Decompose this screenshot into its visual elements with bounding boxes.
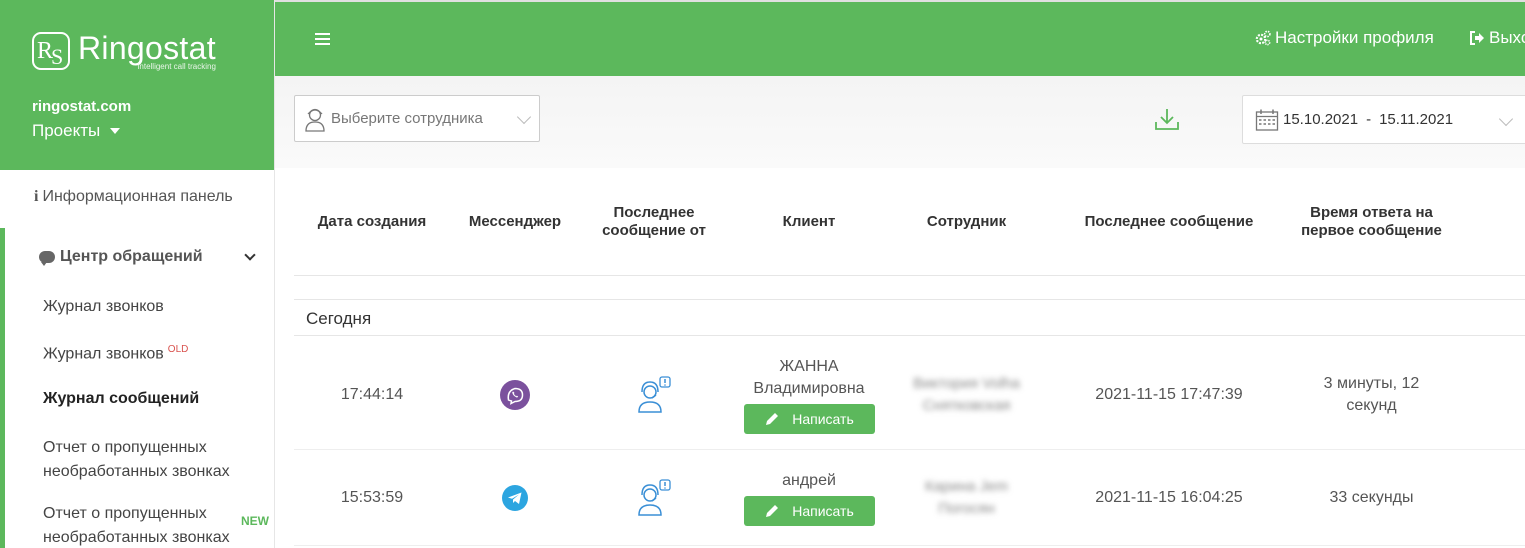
client-name: андрей <box>782 472 836 489</box>
chevron-down-icon <box>516 109 532 125</box>
cell-client: андрей Написать <box>729 451 889 545</box>
nav-section-title: Центр обращений <box>60 248 203 265</box>
table-header: Дата создания Мессенджер Последнее сообщ… <box>294 168 1525 276</box>
sidebar-item-info-panel[interactable]: i Информационная панель <box>34 188 233 206</box>
calendar-icon <box>1255 109 1279 131</box>
sidebar: R S Ringostat intelligent call tracking … <box>0 0 275 548</box>
logo-word: Ringostat <box>78 30 216 66</box>
date-range-picker[interactable]: 15.10.2021 - 15.11.2021 <box>1242 95 1525 144</box>
nav-section-contact-center: Центр обращений Журнал звонков Журнал зв… <box>0 228 275 548</box>
sidebar-header: R S Ringostat intelligent call tracking … <box>0 0 274 170</box>
date-separator: - <box>1366 111 1372 128</box>
caret-down-icon <box>110 128 121 134</box>
sidebar-item-missed-calls-report-new[interactable]: Отчет о пропущенных необработанных звонк… <box>43 502 243 548</box>
write-button[interactable]: Написать <box>743 403 875 434</box>
sign-out-icon <box>1470 31 1484 45</box>
column-header-last-from[interactable]: Последнее сообщение от <box>587 168 721 276</box>
pencil-icon <box>766 412 779 425</box>
chevron-down-icon <box>1498 111 1514 127</box>
sidebar-item-call-log-old[interactable]: Журнал звонков OLD <box>43 338 188 366</box>
messages-table: Дата создания Мессенджер Последнее сообщ… <box>294 168 1525 548</box>
cell-last-from <box>587 451 721 545</box>
cell-employee: Карина Jem Погосян <box>894 451 1039 545</box>
cell-client: ЖАННА Владимировна Написать <box>729 340 889 449</box>
chevron-down-icon <box>244 249 256 261</box>
divider <box>294 299 1525 300</box>
column-header-client[interactable]: Клиент <box>729 168 889 276</box>
sidebar-item-missed-calls-report[interactable]: Отчет о пропущенных необработанных звонк… <box>43 436 243 484</box>
operator-icon <box>638 479 671 516</box>
ringostat-logo[interactable]: R S Ringostat intelligent call tracking <box>32 30 274 78</box>
cell-messenger <box>450 340 580 449</box>
cell-messenger <box>450 451 580 545</box>
projects-label: Проекты <box>32 121 101 140</box>
gears-icon <box>1255 30 1271 46</box>
cell-employee: Виктория Volha Снятковская <box>894 340 1039 449</box>
employee-select-placeholder: Выберите сотрудника <box>331 110 483 127</box>
sidebar-item-label: Журнал звонков <box>43 298 164 315</box>
cell-response-time: 33 секунды <box>1329 489 1414 506</box>
filter-bar: Выберите сотрудника 15.10.2021 - 15.11.2… <box>275 76 1525 168</box>
sidebar-item-call-log[interactable]: Журнал звонков <box>43 295 164 319</box>
sidebar-item-label: Журнал звонков <box>43 345 164 363</box>
pencil-icon <box>766 505 779 517</box>
employee-name: Карина Jem Погосян <box>925 478 1008 517</box>
sidebar-item-label: Отчет о пропущенных необработанных звонк… <box>43 439 230 480</box>
table-row[interactable]: 15:53:59 андрей Написать Карина Jem Пого… <box>294 451 1525 546</box>
group-label-today: Сегодня <box>306 309 372 328</box>
logo-text-block: Ringostat intelligent call tracking <box>78 30 216 71</box>
info-icon: i <box>34 188 39 205</box>
telegram-icon <box>502 485 528 511</box>
logout-label: Выход <box>1489 28 1525 47</box>
cell-created-time: 17:44:14 <box>340 385 404 403</box>
old-badge: OLD <box>167 344 189 355</box>
sidebar-item-label: Журнал сообщений <box>43 390 200 407</box>
sidebar-item-label: Отчет о пропущенных необработанных звонк… <box>43 505 230 546</box>
chat-bubble-icon <box>39 251 55 266</box>
profile-settings-link[interactable]: Настройки профиля <box>1255 28 1434 48</box>
divider <box>294 335 1525 336</box>
logo-mark-s: S <box>51 44 64 69</box>
date-from: 15.10.2021 <box>1283 111 1359 128</box>
cell-response-time: 3 минуты, 12 секунд <box>1323 374 1420 414</box>
column-header-response-time[interactable]: Время ответа на первое сообщение <box>1299 168 1444 276</box>
hamburger-menu-icon[interactable] <box>315 33 330 45</box>
nav-section-toggle[interactable]: Центр обращений <box>39 248 256 266</box>
logo-mark-icon: R S <box>32 32 70 70</box>
employee-select[interactable]: Выберите сотрудника <box>294 95 540 142</box>
column-header-messenger[interactable]: Мессенджер <box>450 168 580 276</box>
company-name: ringostat.com <box>32 98 132 115</box>
employee-name: Виктория Volha Снятковская <box>913 374 1020 414</box>
projects-dropdown[interactable]: Проекты <box>32 121 274 141</box>
write-button[interactable]: Написать <box>743 496 875 526</box>
date-to: 15.11.2021 <box>1379 111 1454 128</box>
operator-person-icon <box>305 108 325 132</box>
cell-created-time: 15:53:59 <box>340 489 404 506</box>
cell-last-message: 2021-11-15 17:47:39 <box>1095 385 1243 403</box>
profile-settings-label: Настройки профиля <box>1275 28 1434 47</box>
cell-last-from <box>587 340 721 449</box>
table-row[interactable]: 17:44:14 ЖАННА Владимировна Написать Вик… <box>294 340 1525 450</box>
write-button-label: Написать <box>792 410 854 427</box>
sidebar-item-message-log[interactable]: Журнал сообщений <box>43 387 199 411</box>
column-header-employee[interactable]: Сотрудник <box>894 168 1039 276</box>
cell-last-message: 2021-11-15 16:04:25 <box>1095 489 1243 506</box>
new-badge: NEW <box>241 514 269 528</box>
column-header-created[interactable]: Дата создания <box>294 168 450 276</box>
client-name: ЖАННА Владимировна <box>753 357 865 397</box>
sidebar-item-label: Информационная панель <box>42 188 233 205</box>
logout-link[interactable]: Выход <box>1469 28 1525 48</box>
download-icon[interactable] <box>1154 106 1180 132</box>
viber-icon <box>500 379 530 410</box>
operator-icon <box>638 375 671 413</box>
top-header: Настройки профиля Выход <box>275 0 1525 76</box>
write-button-label: Написать <box>792 503 854 519</box>
column-header-last-message[interactable]: Последнее сообщение <box>1064 168 1274 276</box>
